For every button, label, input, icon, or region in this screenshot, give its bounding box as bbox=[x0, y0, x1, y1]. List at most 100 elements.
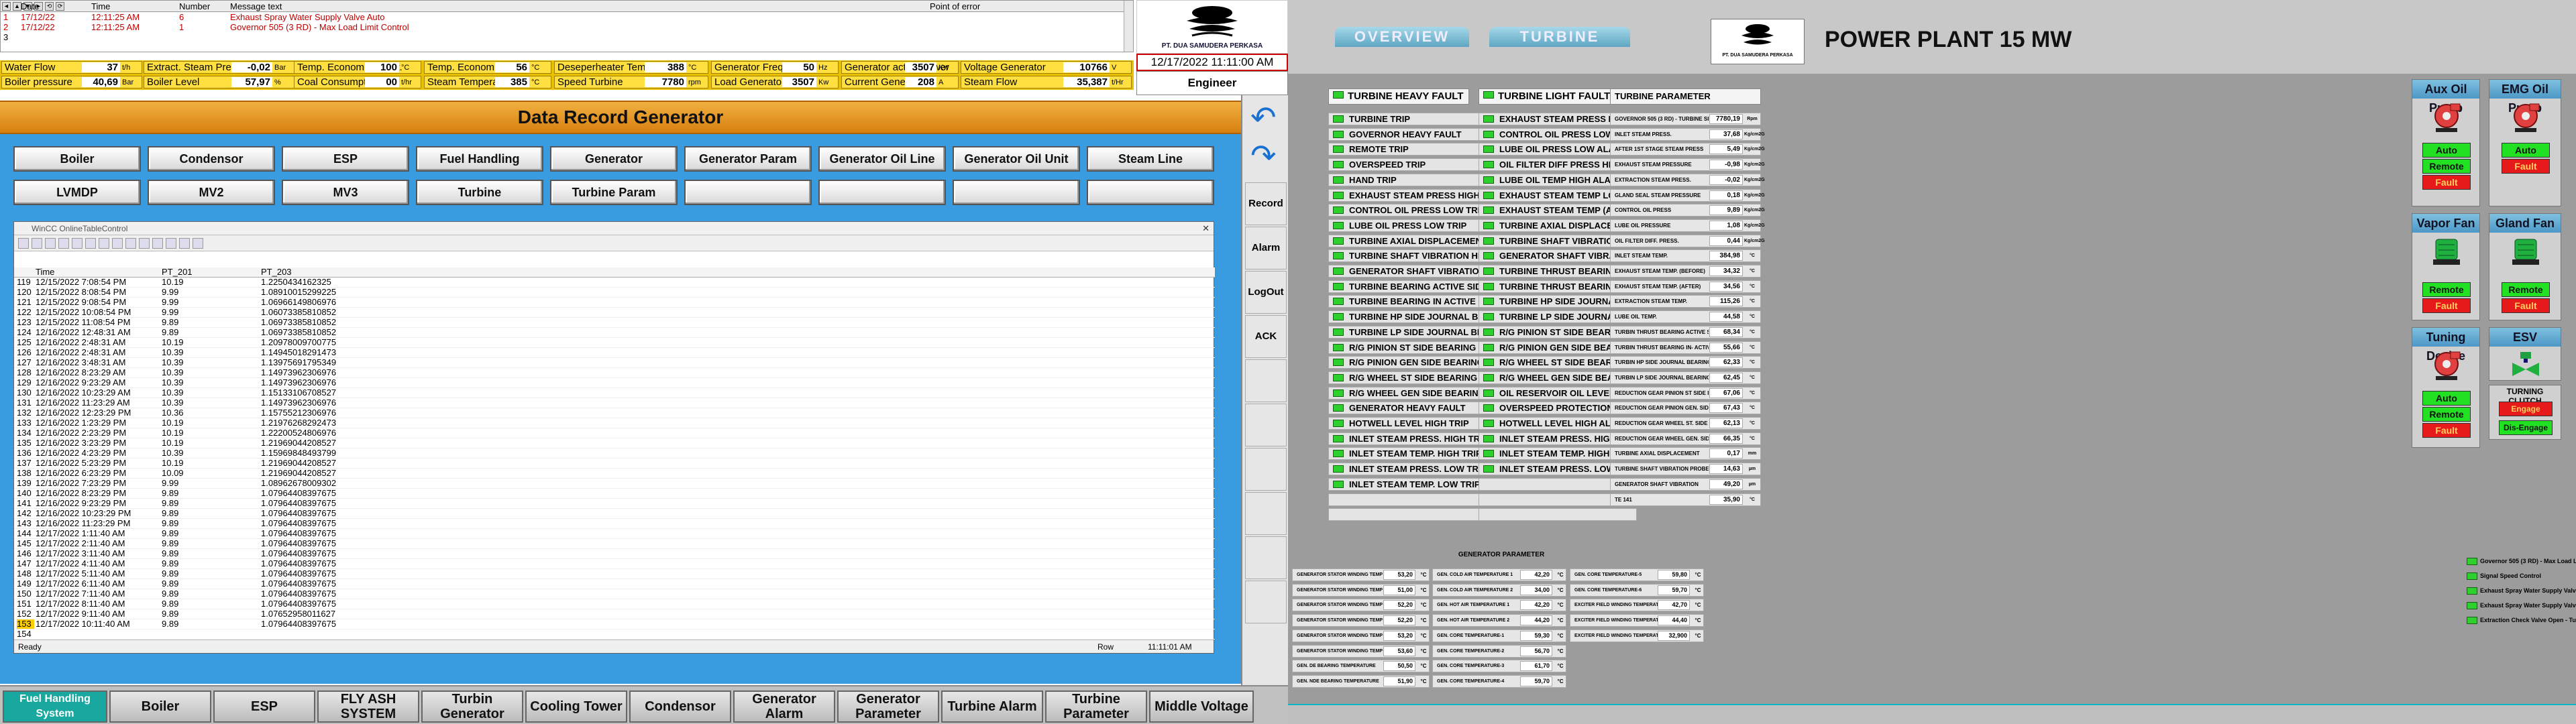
bottom-nav-fuel-handling-system[interactable]: Fuel Handling System bbox=[3, 690, 107, 723]
window-close-icon[interactable]: ✕ bbox=[1202, 223, 1210, 234]
nav-button-steam-line[interactable]: Steam Line bbox=[1087, 146, 1214, 172]
sidebar-button-ack[interactable]: ACK bbox=[1245, 315, 1287, 358]
nav-button-generator[interactable]: Generator bbox=[550, 146, 678, 172]
table-col-header[interactable]: PT_203 bbox=[261, 267, 395, 277]
toolbar-icon[interactable] bbox=[112, 238, 123, 249]
sidebar-button-logout[interactable]: LogOut bbox=[1245, 271, 1287, 314]
sidebar-blank-button[interactable] bbox=[1245, 492, 1287, 535]
toolbar-icon[interactable] bbox=[125, 238, 136, 249]
equipment-fault-button[interactable]: Fault bbox=[2422, 423, 2471, 438]
table-row[interactable]: 140 12/16/2022 8:23:29 PM 9.89 1.0796440839… bbox=[14, 489, 1215, 499]
sidebar-blank-button[interactable] bbox=[1245, 359, 1287, 402]
toolbar-icon[interactable] bbox=[193, 238, 203, 249]
toolbar-icon[interactable] bbox=[166, 238, 176, 249]
bottom-nav-generator-alarm[interactable]: Generator Alarm bbox=[733, 690, 835, 723]
equipment-auto-button[interactable]: Auto bbox=[2422, 143, 2471, 158]
table-row[interactable]: 138 12/16/2022 6:23:29 PM 10.09 1.219690442… bbox=[14, 469, 1215, 479]
bottom-nav-esp[interactable]: ESP bbox=[213, 690, 315, 723]
equipment-remote-button[interactable]: Remote bbox=[2422, 407, 2471, 422]
table-row[interactable]: 139 12/16/2022 7:23:29 PM 9.99 1.0896267800… bbox=[14, 479, 1215, 489]
table-row[interactable]: 152 12/17/2022 9:11:40 AM 9.89 1.0765295801… bbox=[14, 609, 1215, 619]
bottom-nav-cooling-tower[interactable]: Cooling Tower bbox=[525, 690, 627, 723]
table-row[interactable]: 122 12/15/2022 10:08:54 PM 9.99 1.060733858… bbox=[14, 308, 1215, 318]
table-row[interactable]: 135 12/16/2022 3:23:29 PM 10.19 1.219690442… bbox=[14, 438, 1215, 448]
alarm-row[interactable]: 1 17/12/22 12:11:25 AM 6 Exhaust Spray Water… bbox=[1, 12, 1133, 22]
nav-button-generator-oil-unit[interactable]: Generator Oil Unit bbox=[953, 146, 1080, 172]
nav-button-blank[interactable] bbox=[953, 180, 1080, 205]
nav-button-blank[interactable] bbox=[684, 180, 812, 205]
engage-button[interactable]: Engage bbox=[2499, 402, 2553, 416]
equipment-remote-button[interactable]: Remote bbox=[2422, 159, 2471, 174]
nav-button-generator-oil-line[interactable]: Generator Oil Line bbox=[818, 146, 946, 172]
table-row[interactable]: 154 bbox=[14, 629, 1215, 640]
nav-button-lvmdp[interactable]: LVMDP bbox=[13, 180, 141, 205]
bottom-nav-generator-parameter[interactable]: Generator Parameter bbox=[837, 690, 939, 723]
alarm-scrollbar[interactable] bbox=[1124, 1, 1133, 52]
table-row[interactable]: 143 12/16/2022 11:23:29 PM 9.89 1.079644083… bbox=[14, 519, 1215, 529]
disengage-button[interactable]: Dis-Engage bbox=[2499, 420, 2553, 435]
table-row[interactable]: 119 12/15/2022 7:08:54 PM 10.19 1.225043416… bbox=[14, 278, 1215, 288]
bottom-nav-turbine-alarm[interactable]: Turbine Alarm bbox=[941, 690, 1043, 723]
toolbar-icon[interactable] bbox=[139, 238, 150, 249]
nav-button-fuel-handling[interactable]: Fuel Handling bbox=[416, 146, 543, 172]
tab-overview[interactable]: OVERVIEW bbox=[1335, 27, 1469, 47]
table-col-header[interactable]: Time bbox=[36, 267, 160, 277]
bottom-nav-fly-ash-system[interactable]: FLY ASH SYSTEM bbox=[317, 690, 419, 723]
toolbar-icon[interactable] bbox=[32, 238, 42, 249]
alarm-row[interactable]: 3 bbox=[1, 32, 1133, 42]
nav-button-boiler[interactable]: Boiler bbox=[13, 146, 141, 172]
table-row[interactable]: 145 12/17/2022 2:11:40 AM 9.89 1.0796440839… bbox=[14, 539, 1215, 549]
table-col-header[interactable]: PT_201 bbox=[162, 267, 259, 277]
table-row[interactable]: 124 12/16/2022 12:48:31 AM 9.89 1.069733858… bbox=[14, 328, 1215, 338]
bottom-nav-middle-voltage[interactable]: Middle Voltage bbox=[1149, 690, 1254, 723]
nav-button-blank[interactable] bbox=[1087, 180, 1214, 205]
nav-button-condensor[interactable]: Condensor bbox=[148, 146, 275, 172]
table-row[interactable]: 129 12/16/2022 9:23:29 AM 10.39 1.149739623… bbox=[14, 378, 1215, 388]
table-row[interactable]: 144 12/17/2022 1:11:40 AM 9.89 1.0796440839… bbox=[14, 529, 1215, 539]
toolbar-icon[interactable] bbox=[72, 238, 83, 249]
table-row[interactable]: 150 12/17/2022 7:11:40 AM 9.89 1.0796440839… bbox=[14, 589, 1215, 599]
toolbar-icon[interactable] bbox=[45, 238, 56, 249]
redo-arrow-icon[interactable]: ↷ bbox=[1250, 139, 1277, 172]
toolbar-icon[interactable] bbox=[99, 238, 109, 249]
equipment-remote-button[interactable]: Remote bbox=[2502, 282, 2550, 297]
bottom-nav-condensor[interactable]: Condensor bbox=[629, 690, 731, 723]
nav-button-blank[interactable] bbox=[818, 180, 946, 205]
table-row[interactable]: 123 12/15/2022 11:08:54 PM 9.89 1.069733858… bbox=[14, 318, 1215, 328]
alarm-nav-button-0[interactable]: ◄ bbox=[2, 2, 11, 11]
table-row[interactable]: 137 12/16/2022 5:23:29 PM 10.19 1.219690442… bbox=[14, 459, 1215, 469]
nav-button-esp[interactable]: ESP bbox=[282, 146, 409, 172]
toolbar-icon[interactable] bbox=[18, 238, 29, 249]
sidebar-button-record[interactable]: Record bbox=[1245, 182, 1287, 225]
table-row[interactable]: 149 12/17/2022 6:11:40 AM 9.89 1.0796440839… bbox=[14, 579, 1215, 589]
equipment-auto-button[interactable]: Auto bbox=[2422, 391, 2471, 406]
nav-button-mv2[interactable]: MV2 bbox=[148, 180, 275, 205]
toolbar-icon[interactable] bbox=[58, 238, 69, 249]
alarm-row[interactable]: 2 17/12/22 12:11:25 AM 1 Governor 505 (3 RD)… bbox=[1, 22, 1133, 32]
table-row[interactable]: 130 12/16/2022 10:23:29 AM 10.39 1.15133106… bbox=[14, 388, 1215, 398]
table-row[interactable]: 128 12/16/2022 8:23:29 AM 10.39 1.149739623… bbox=[14, 368, 1215, 378]
table-row[interactable]: 146 12/17/2022 3:11:40 AM 9.89 1.0796440839… bbox=[14, 549, 1215, 559]
equipment-fault-button[interactable]: Fault bbox=[2422, 298, 2471, 313]
table-row[interactable]: 148 12/17/2022 5:11:40 AM 9.89 1.0796440839… bbox=[14, 569, 1215, 579]
table-row[interactable]: 126 12/16/2022 2:48:31 AM 10.39 1.149450182… bbox=[14, 348, 1215, 358]
bottom-nav-boiler[interactable]: Boiler bbox=[109, 690, 211, 723]
equipment-fault-button[interactable]: Fault bbox=[2502, 159, 2550, 174]
table-row[interactable]: 141 12/16/2022 9:23:29 PM 9.89 1.0796440839… bbox=[14, 499, 1215, 509]
toolbar-icon[interactable] bbox=[152, 238, 163, 249]
table-row[interactable]: 134 12/16/2022 2:23:29 PM 10.19 1.222005248… bbox=[14, 428, 1215, 438]
table-row[interactable]: 125 12/16/2022 2:48:31 AM 10.19 1.209780097… bbox=[14, 338, 1215, 348]
equipment-auto-button[interactable]: Auto bbox=[2502, 143, 2550, 158]
table-row[interactable]: 127 12/16/2022 3:48:31 AM 10.39 1.139756917… bbox=[14, 358, 1215, 368]
sidebar-button-alarm[interactable]: Alarm bbox=[1245, 227, 1287, 269]
bottom-nav-turbin-generator[interactable]: Turbin Generator bbox=[421, 690, 523, 723]
table-row[interactable]: 147 12/17/2022 4:11:40 AM 9.89 1.0796440839… bbox=[14, 559, 1215, 569]
sidebar-blank-button[interactable] bbox=[1245, 536, 1287, 579]
table-row[interactable]: 132 12/16/2022 12:23:29 PM 10.36 1.15755212… bbox=[14, 408, 1215, 418]
alarm-nav-button-5[interactable]: ⟳ bbox=[56, 2, 64, 11]
bottom-nav-turbine-parameter[interactable]: Turbine Parameter bbox=[1045, 690, 1147, 723]
equipment-fault-button[interactable]: Fault bbox=[2502, 298, 2550, 313]
table-row[interactable]: 120 12/15/2022 8:08:54 PM 9.99 1.0891001529… bbox=[14, 288, 1215, 298]
table-row[interactable]: 131 12/16/2022 11:23:29 AM 10.39 1.14973962… bbox=[14, 398, 1215, 408]
table-row[interactable]: 121 12/15/2022 9:08:54 PM 9.99 1.0696614980… bbox=[14, 298, 1215, 308]
